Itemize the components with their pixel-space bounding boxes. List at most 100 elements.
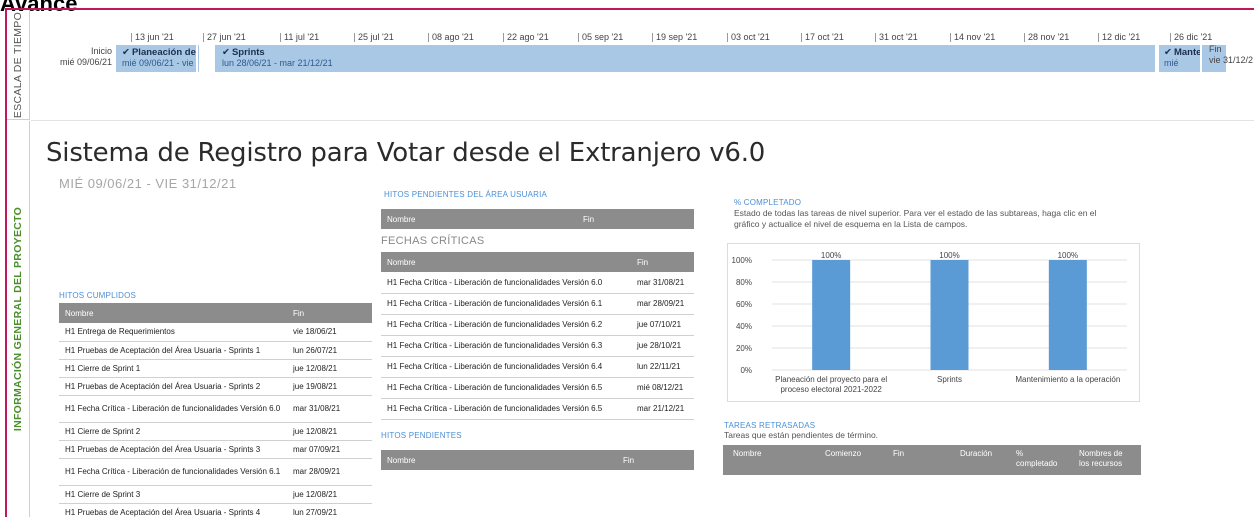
table-row[interactable]: H1 Fecha Crítica - Liberación de funcion… [381, 356, 694, 378]
timeline-start-date: mié 09/06/21 [59, 57, 112, 67]
table-row[interactable]: H1 Fecha Crítica - Liberación de funcion… [381, 377, 694, 399]
cell-name: H1 Pruebas de Aceptación del Área Usuari… [59, 440, 287, 459]
timeline-tick: 12 dic '21 [1098, 33, 1140, 42]
column-header[interactable]: Comienzo [825, 449, 861, 459]
cell-name: H1 Entrega de Requerimientos [59, 323, 287, 342]
column-header[interactable]: Nombre [381, 450, 617, 470]
cell-name: H1 Pruebas de Aceptación del Área Usuari… [59, 503, 287, 517]
timeline-tick: 08 ago '21 [428, 33, 474, 42]
column-header[interactable]: Nombre [733, 449, 761, 459]
table-row[interactable]: H1 Pruebas de Aceptación del Área Usuari… [59, 341, 372, 360]
timeline-task-name: Planeación del [122, 47, 196, 58]
timeline-tick: 19 sep '21 [652, 33, 697, 42]
cell-fin: mar 31/08/21 [631, 272, 694, 294]
cell-fin: jue 12/08/21 [287, 485, 372, 504]
hitos-pendientes-table[interactable]: Nombre Fin [381, 450, 694, 470]
hitos-cumplidos-title: HITOS CUMPLIDOS [59, 291, 137, 300]
timeline-tick: 28 nov '21 [1024, 33, 1069, 42]
cell-name: H1 Pruebas de Aceptación del Área Usuari… [59, 341, 287, 360]
y-tick-label: 60% [736, 300, 752, 309]
cell-fin: lun 27/09/21 [287, 503, 372, 517]
column-header[interactable]: Nombre [59, 303, 287, 323]
column-header[interactable]: Fin [631, 252, 694, 272]
column-header[interactable]: Fin [287, 303, 372, 323]
timeline-task-dates: lun 28/06/21 - mar 21/12/21 [222, 58, 333, 68]
timeline-end-label: Fin [1209, 44, 1222, 54]
retrasadas-subtitle: Tareas que están pendientes de término. [724, 430, 879, 440]
timeline-side-rail: ESCALA DE TIEMPO [7, 10, 30, 120]
table-row[interactable]: H1 Pruebas de Aceptación del Área Usuari… [59, 377, 372, 396]
fechas-criticas-table[interactable]: Nombre Fin H1 Fecha Crítica - Liberación… [381, 252, 694, 420]
retrasadas-table-header[interactable]: Nombre Comienzo Fin Duración % completad… [723, 445, 1141, 475]
column-header[interactable]: Fin [893, 449, 904, 459]
column-header[interactable]: % completado [1016, 449, 1064, 469]
cell-name: H1 Fecha Crítica - Liberación de funcion… [59, 395, 287, 423]
table-row[interactable]: H1 Pruebas de Aceptación del Área Usuari… [59, 503, 372, 517]
timeline-tick: 05 sep '21 [578, 33, 623, 42]
timeline-end-date: vie 31/12/2 [1209, 55, 1254, 65]
column-header[interactable]: Fin [577, 209, 694, 229]
cell-name: H1 Fecha Crítica - Liberación de funcion… [381, 335, 631, 357]
table-row[interactable]: H1 Cierre de Sprint 1 jue 12/08/21 [59, 359, 372, 378]
table-row[interactable]: H1 Pruebas de Aceptación del Área Usuari… [59, 440, 372, 459]
cell-name: H1 Fecha Crítica - Liberación de funcion… [381, 356, 631, 378]
cell-fin: mar 07/09/21 [287, 440, 372, 459]
cell-name: H1 Pruebas de Aceptación del Área Usuari… [59, 377, 287, 396]
table-row[interactable]: H1 Fecha Crítica - Liberación de funcion… [381, 272, 694, 294]
hitos-usuaria-title: HITOS PENDIENTES DEL ÁREA USUARIA [384, 190, 548, 199]
cell-fin: jue 12/08/21 [287, 359, 372, 378]
column-header[interactable]: Duración [960, 449, 992, 459]
project-dates: MIÉ 09/06/21 - VIE 31/12/21 [59, 176, 237, 191]
project-title[interactable]: Sistema de Registro para Votar desde el … [46, 138, 765, 168]
timeline-task-planeacion[interactable]: Planeación del mié 09/06/21 - vie [118, 45, 198, 72]
bar-data-label: 100% [821, 251, 841, 260]
timeline-start: Inicio mié 09/06/21 [52, 46, 112, 68]
cell-fin: mar 28/09/21 [287, 458, 372, 486]
table-row[interactable]: H1 Cierre de Sprint 2 jue 12/08/21 [59, 422, 372, 441]
cell-fin: mar 28/09/21 [631, 293, 694, 315]
category-label: Mantenimiento a la operación [1015, 375, 1120, 384]
cell-fin: vie 18/06/21 [287, 323, 372, 342]
column-header[interactable]: Nombres de los recursos [1079, 449, 1134, 469]
timeline-tick: 26 dic '21 [1170, 33, 1212, 42]
bar [812, 260, 851, 370]
timeline-task-sprints[interactable]: Sprints lun 28/06/21 - mar 21/12/21 [218, 45, 518, 72]
timeline-end: Fin vie 31/12/2 [1209, 44, 1253, 66]
cell-fin: mié 08/12/21 [631, 377, 694, 399]
info-side-label: INFORMACIÓN GENERAL DEL PROYECTO [12, 206, 24, 432]
completado-chart[interactable]: 0% 20% 40% 60% 80% 100% 100% Planeación del pro… [727, 243, 1140, 402]
hitos-usuaria-table[interactable]: Nombre Fin [381, 209, 694, 229]
table-row[interactable]: H1 Fecha Crítica - Liberación de funcion… [381, 293, 694, 315]
cell-name: H1 Fecha Crítica - Liberación de funcion… [59, 458, 287, 486]
bar [930, 260, 969, 370]
table-row[interactable]: H1 Fecha Crítica - Liberación de funcion… [381, 335, 694, 357]
timeline-tick: 17 oct '21 [801, 33, 844, 42]
table-header-row: Nombre Fin [381, 252, 694, 272]
cell-name: H1 Fecha Crítica - Liberación de funcion… [381, 293, 631, 315]
table-row[interactable]: H1 Entrega de Requerimientos vie 18/06/21 [59, 323, 372, 342]
cell-name: H1 Fecha Crítica - Liberación de funcion… [381, 377, 631, 399]
y-tick-label: 20% [736, 344, 752, 353]
category-label: Sprints [937, 375, 962, 384]
table-row[interactable]: H1 Fecha Crítica - Liberación de funcion… [59, 458, 372, 486]
column-header[interactable]: Fin [617, 450, 694, 470]
timeline-gap [1155, 45, 1159, 72]
table-row[interactable]: H1 Fecha Crítica - Liberación de funcion… [381, 314, 694, 336]
info-side-rail: INFORMACIÓN GENERAL DEL PROYECTO [7, 121, 30, 517]
timeline-side-label: ESCALA DE TIEMPO [12, 11, 24, 118]
completado-title: % COMPLETADO [734, 198, 802, 207]
timeline-tick: 11 jul '21 [280, 33, 319, 42]
retrasadas-title: TAREAS RETRASADAS [724, 421, 816, 430]
table-header-row: Nombre Fin [59, 303, 372, 323]
column-header[interactable]: Nombre [381, 209, 577, 229]
hitos-cumplidos-table[interactable]: Nombre Fin H1 Entrega de Requerimientos v… [59, 303, 372, 517]
table-row[interactable]: H1 Cierre de Sprint 3 jue 12/08/21 [59, 485, 372, 504]
table-row[interactable]: H1 Fecha Crítica - Liberación de funcion… [59, 395, 372, 423]
timeline-scale[interactable]: 13 jun '21 27 jun '21 11 jul '21 25 jul … [0, 33, 1254, 45]
table-row[interactable]: H1 Fecha Crítica - Liberación de funcion… [381, 398, 694, 420]
cell-name: H1 Fecha Crítica - Liberación de funcion… [381, 272, 631, 294]
column-header[interactable]: Nombre [381, 252, 631, 272]
timeline-task-mantenimiento[interactable]: Mante mié [1160, 45, 1202, 72]
timeline-tick: 22 ago '21 [503, 33, 549, 42]
timeline-task-dates: mié 09/06/21 - vie [122, 58, 194, 68]
